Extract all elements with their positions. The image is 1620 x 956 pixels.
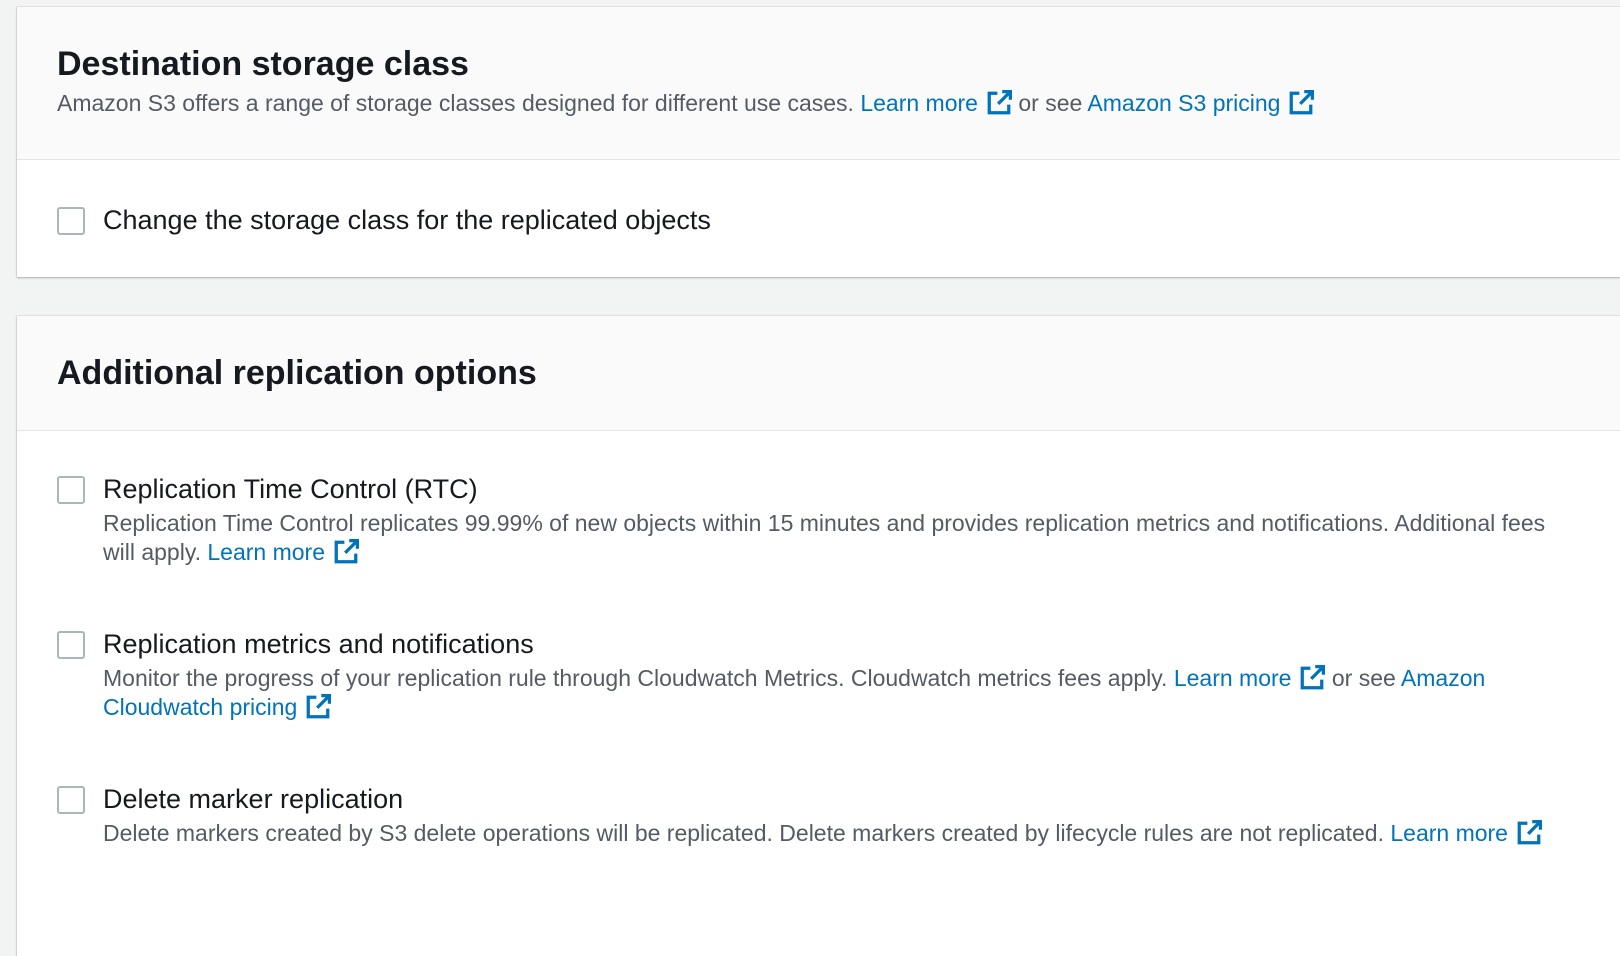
metrics-label[interactable]: Replication metrics and notifications xyxy=(103,627,1560,661)
external-link-icon xyxy=(333,539,359,565)
external-link-icon xyxy=(1299,665,1325,691)
additional-options-panel: Additional replication options Replicati… xyxy=(17,316,1620,956)
external-link-icon xyxy=(1516,820,1542,846)
rtc-learn-more-link[interactable]: Learn more xyxy=(207,539,359,565)
delete-marker-learn-more-link[interactable]: Learn more xyxy=(1390,820,1542,846)
delete-marker-checkbox[interactable] xyxy=(57,786,85,814)
s3-pricing-link[interactable]: Amazon S3 pricing xyxy=(1087,90,1314,116)
external-link-icon xyxy=(1288,90,1314,116)
external-link-icon xyxy=(305,694,331,720)
delete-marker-option: Delete marker replication Delete markers… xyxy=(57,782,1560,848)
delete-marker-label[interactable]: Delete marker replication xyxy=(103,782,1560,816)
metrics-option: Replication metrics and notifications Mo… xyxy=(57,627,1560,722)
storage-class-description-text: Amazon S3 offers a range of storage clas… xyxy=(57,90,854,116)
metrics-description-text: Monitor the progress of your replication… xyxy=(103,665,1168,691)
metrics-learn-more-link[interactable]: Learn more xyxy=(1174,665,1326,691)
storage-class-header: Destination storage class Amazon S3 offe… xyxy=(17,7,1620,160)
metrics-or-see: or see xyxy=(1331,665,1396,691)
rtc-label[interactable]: Replication Time Control (RTC) xyxy=(103,472,1560,506)
storage-class-or-see: or see xyxy=(1018,90,1083,116)
delete-marker-description: Delete markers created by S3 delete oper… xyxy=(103,819,1560,848)
external-link-icon xyxy=(986,90,1012,116)
delete-marker-description-text: Delete markers created by S3 delete oper… xyxy=(103,820,1384,846)
storage-class-panel: Destination storage class Amazon S3 offe… xyxy=(17,7,1620,277)
additional-options-header: Additional replication options xyxy=(17,316,1620,431)
metrics-checkbox[interactable] xyxy=(57,631,85,659)
rtc-description: Replication Time Control replicates 99.9… xyxy=(103,509,1560,567)
additional-options-title: Additional replication options xyxy=(57,354,537,392)
metrics-description: Monitor the progress of your replication… xyxy=(103,664,1560,722)
change-storage-class-label[interactable]: Change the storage class for the replica… xyxy=(103,203,1560,237)
storage-class-title: Destination storage class xyxy=(57,45,469,83)
change-storage-class-checkbox[interactable] xyxy=(57,207,85,235)
change-storage-class-option: Change the storage class for the replica… xyxy=(57,203,1560,237)
rtc-checkbox[interactable] xyxy=(57,476,85,504)
storage-class-description: Amazon S3 offers a range of storage clas… xyxy=(57,87,1620,119)
rtc-option: Replication Time Control (RTC) Replicati… xyxy=(57,472,1560,567)
storage-class-learn-more-link[interactable]: Learn more xyxy=(860,90,1012,116)
